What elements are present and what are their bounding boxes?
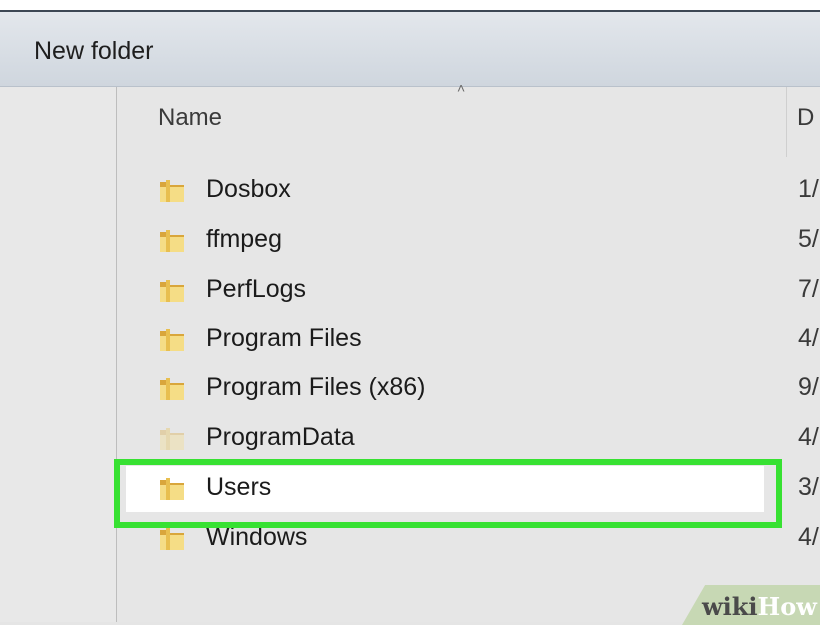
navigation-pane[interactable] [0,87,116,622]
sort-up-arrow-icon: ˄ [457,80,466,96]
file-row-programdata[interactable]: ProgramData 4/ [128,416,820,462]
watermark-logo: wikiHow [702,592,817,621]
file-row-users[interactable]: Users [126,466,764,512]
file-name: Program Files (x86) [206,373,426,401]
folder-icon [160,280,184,302]
file-row-dosbox[interactable]: Dosbox 1/ [128,168,820,214]
folder-icon [160,230,184,252]
new-folder-button[interactable]: New folder [34,37,154,66]
folder-icon [160,428,184,450]
file-row-ffmpeg[interactable]: ffmpeg 5/ [128,218,820,264]
file-date: 1/ [798,175,819,203]
file-date: 4/ [798,423,819,451]
folder-icon [160,378,184,400]
folder-icon [160,478,184,500]
file-row-program-files-x86[interactable]: Program Files (x86) 9/ [128,366,820,412]
file-date: 4/ [798,324,819,352]
toolbar: New folder [0,12,820,87]
column-header-date[interactable]: D [797,104,814,132]
folder-icon [160,528,184,550]
file-row-perflogs[interactable]: PerfLogs 7/ [128,268,820,314]
column-separator[interactable] [786,87,787,157]
file-name: ProgramData [206,423,355,451]
file-name: Users [206,473,272,501]
file-name: Windows [206,523,308,551]
file-date: 4/ [798,523,819,551]
file-date: 9/ [798,373,819,401]
window-top-strip [0,0,820,10]
file-date: 7/ [798,275,819,303]
folder-icon [160,329,184,351]
file-name: PerfLogs [206,275,307,303]
watermark-how: How [757,592,817,621]
folder-icon [160,180,184,202]
file-name: ffmpeg [206,225,282,253]
file-row-program-files[interactable]: Program Files 4/ [128,317,820,363]
file-name: Dosbox [206,175,291,203]
watermark-wiki: wiki [702,592,758,621]
column-header-name[interactable]: Name [158,104,222,132]
file-row-windows[interactable]: Windows 4/ [128,516,820,562]
file-name: Program Files [206,324,362,352]
file-date: 5/ [798,225,819,253]
